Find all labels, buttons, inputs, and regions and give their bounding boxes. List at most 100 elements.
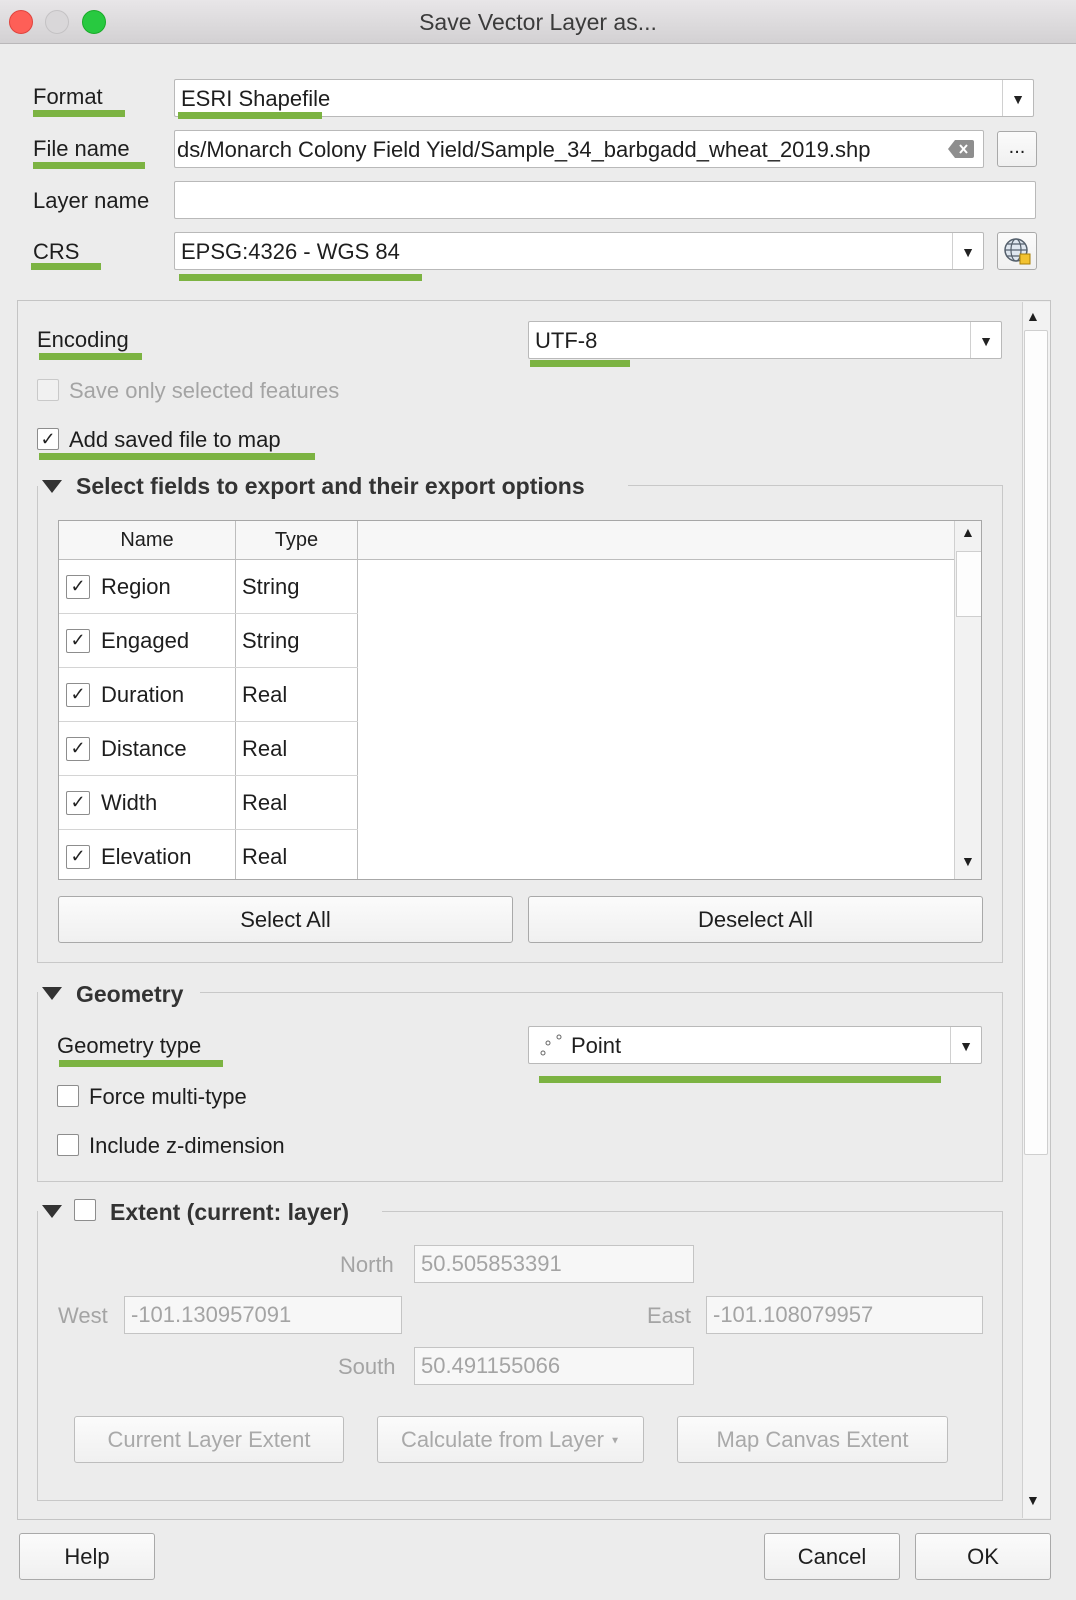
empty-cell xyxy=(357,775,952,830)
field-checkbox[interactable]: ✓ xyxy=(66,629,90,654)
calculate-from-layer-label: Calculate from Layer xyxy=(400,1427,604,1452)
geometry-value-underline xyxy=(539,1076,941,1083)
select-all-button[interactable]: Select All xyxy=(58,896,513,943)
browse-button[interactable]: ... xyxy=(997,131,1037,167)
field-name-cell[interactable]: ✓ Width xyxy=(59,775,236,830)
filename-input[interactable]: ds/Monarch Colony Field Yield/Sample_34_… xyxy=(174,130,984,168)
crs-value-underline xyxy=(179,274,422,281)
dropdown-arrow-icon: ▼ xyxy=(610,1435,620,1447)
field-type-cell[interactable]: Real xyxy=(235,667,358,722)
crs-selector-button[interactable] xyxy=(997,232,1037,270)
chevron-down-icon: ▼ xyxy=(1002,80,1033,116)
field-checkbox[interactable]: ✓ xyxy=(66,575,90,600)
empty-cell xyxy=(357,613,952,668)
north-value: 50.505853391 xyxy=(421,1251,562,1276)
field-name: Distance xyxy=(101,736,187,762)
table-row[interactable]: ✓ Elevation Real xyxy=(59,829,952,879)
table-scroll-down-icon[interactable]: ▼ xyxy=(961,853,975,869)
layername-label: Layer name xyxy=(33,188,150,213)
filename-label: File name xyxy=(33,136,130,161)
ok-button[interactable]: OK xyxy=(915,1533,1051,1580)
table-row[interactable]: ✓ Region String xyxy=(59,560,952,614)
table-scroll-thumb[interactable] xyxy=(956,551,981,617)
field-name-cell[interactable]: ✓ Distance xyxy=(59,721,236,776)
north-input[interactable]: 50.505853391 xyxy=(414,1245,694,1283)
geometry-type-underline xyxy=(59,1060,223,1067)
table-row[interactable]: ✓ Width Real xyxy=(59,775,952,830)
window-title: Save Vector Layer as... xyxy=(419,9,657,35)
field-type: Real xyxy=(242,789,288,815)
scroll-up-arrow-icon[interactable]: ▲ xyxy=(1026,308,1040,324)
crs-value: EPSG:4326 - WGS 84 xyxy=(181,239,400,264)
encoding-value: UTF-8 xyxy=(535,328,598,353)
empty-cell xyxy=(357,560,952,614)
field-name: Region xyxy=(101,574,171,600)
field-checkbox[interactable]: ✓ xyxy=(66,683,90,708)
west-value: -101.130957091 xyxy=(131,1302,292,1327)
east-value: -101.108079957 xyxy=(713,1302,874,1327)
help-button[interactable]: Help xyxy=(19,1533,155,1580)
deselect-all-button[interactable]: Deselect All xyxy=(528,896,983,943)
field-checkbox[interactable]: ✓ xyxy=(66,845,90,870)
map-canvas-extent-button[interactable]: Map Canvas Extent xyxy=(677,1416,948,1463)
encoding-select[interactable]: UTF-8 ▼ xyxy=(528,321,1002,359)
field-name-cell[interactable]: ✓ Engaged xyxy=(59,613,236,668)
current-layer-extent-button[interactable]: Current Layer Extent xyxy=(74,1416,344,1463)
column-header-type[interactable]: Type xyxy=(236,521,358,560)
field-name: Elevation xyxy=(101,844,192,870)
east-input[interactable]: -101.108079957 xyxy=(706,1296,983,1334)
field-name: Engaged xyxy=(101,628,190,654)
empty-cell xyxy=(357,829,952,879)
field-checkbox[interactable]: ✓ xyxy=(66,737,90,762)
force-multi-label: Force multi-type xyxy=(89,1084,247,1109)
add-to-map-label: Add saved file to map xyxy=(69,427,281,452)
south-input[interactable]: 50.491155066 xyxy=(414,1347,694,1385)
crs-label-underline xyxy=(31,263,101,270)
table-row[interactable]: ✓ Duration Real xyxy=(59,667,952,722)
field-name: Width xyxy=(101,790,158,816)
table-row[interactable]: ✓ Engaged String xyxy=(59,613,952,668)
fields-table: Name Type ✓ Region String ✓ Engaged String ✓ Du… xyxy=(58,520,982,880)
column-header-name[interactable]: Name xyxy=(59,521,236,560)
fields-rows: ✓ Region String ✓ Engaged String ✓ Duration Real… xyxy=(59,560,952,879)
scroll-down-arrow-icon[interactable]: ▼ xyxy=(1026,1492,1040,1508)
cancel-button[interactable]: Cancel xyxy=(764,1533,900,1580)
clear-icon[interactable] xyxy=(948,140,974,158)
chevron-down-icon: ▼ xyxy=(950,1027,981,1063)
format-value-underline xyxy=(178,112,322,119)
field-type-cell[interactable]: String xyxy=(235,560,358,614)
field-type-cell[interactable]: Real xyxy=(235,721,358,776)
field-type: String xyxy=(242,627,300,653)
empty-cell xyxy=(357,721,952,776)
table-scroll-up-icon[interactable]: ▲ xyxy=(961,524,975,540)
encoding-label: Encoding xyxy=(37,327,129,352)
field-type-cell[interactable]: Real xyxy=(235,829,358,879)
empty-cell xyxy=(357,667,952,722)
geometry-type-select[interactable]: Point ▼ xyxy=(528,1026,982,1064)
crs-select[interactable]: EPSG:4326 - WGS 84 ▼ xyxy=(174,232,984,270)
point-geometry-icon xyxy=(540,1034,562,1056)
table-row[interactable]: ✓ Distance Real xyxy=(59,721,952,776)
geometry-type-value: Point xyxy=(571,1033,622,1058)
field-type: Real xyxy=(242,843,288,869)
field-type-cell[interactable]: Real xyxy=(235,775,358,830)
include-z-checkbox[interactable] xyxy=(57,1134,79,1156)
layername-input[interactable] xyxy=(174,181,1036,219)
scroll-thumb[interactable] xyxy=(1024,330,1048,1155)
west-input[interactable]: -101.130957091 xyxy=(124,1296,402,1334)
field-name-cell[interactable]: ✓ Elevation xyxy=(59,829,236,879)
force-multi-checkbox[interactable] xyxy=(57,1085,79,1107)
field-type: Real xyxy=(242,681,288,707)
field-type-cell[interactable]: String xyxy=(235,613,358,668)
south-value: 50.491155066 xyxy=(421,1353,561,1378)
field-checkbox[interactable]: ✓ xyxy=(66,791,90,816)
field-name-cell[interactable]: ✓ Region xyxy=(59,560,236,614)
add-to-map-underline xyxy=(39,453,315,460)
field-type: String xyxy=(242,573,300,599)
west-label: West xyxy=(58,1303,108,1328)
field-type: Real xyxy=(242,735,288,761)
add-to-map-checkbox[interactable]: ✓ xyxy=(37,428,59,450)
field-name-cell[interactable]: ✓ Duration xyxy=(59,667,236,722)
save-selected-checkbox[interactable] xyxy=(37,379,59,401)
calculate-from-layer-button[interactable]: Calculate from Layer ▼ xyxy=(377,1416,644,1463)
